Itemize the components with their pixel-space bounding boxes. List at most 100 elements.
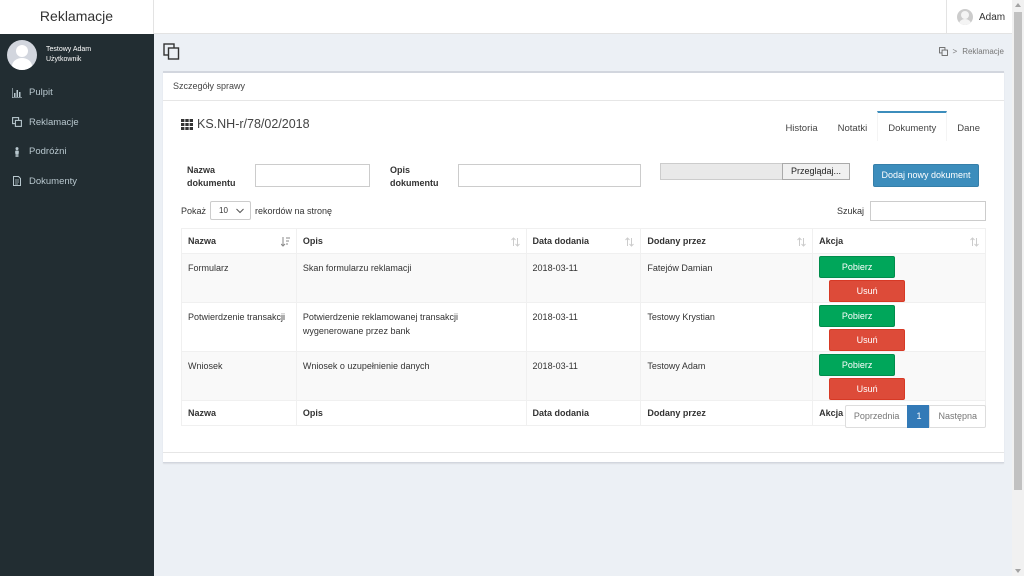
- sort-asc-icon: [280, 237, 290, 247]
- page-number-button[interactable]: 1: [907, 405, 931, 428]
- sort-icon: [970, 237, 979, 247]
- copy-icon[interactable]: [938, 47, 948, 56]
- page-size-select[interactable]: 10: [210, 201, 252, 220]
- file-input[interactable]: Przeglądaj...: [660, 163, 850, 180]
- tab-historia[interactable]: Historia: [775, 111, 827, 141]
- cell-desc: Wniosek o uzupełnienie danych: [295, 351, 527, 401]
- cell-name: Formularz: [181, 253, 297, 303]
- footer-label-desc: Opis: [295, 400, 527, 426]
- top-navbar: Reklamacje Adam: [0, 0, 1012, 34]
- sidebar-item-reklamacje[interactable]: Reklamacje: [0, 108, 154, 138]
- avatar: [7, 40, 37, 70]
- search-input[interactable]: [870, 201, 986, 221]
- next-page-button[interactable]: Następna: [929, 405, 986, 428]
- case-details-box: Szczegóły sprawy KS.NH-r/78/02/2018 Hist…: [163, 71, 1004, 463]
- show-label: Pokaż: [181, 205, 207, 216]
- sidebar-user-role: Użytkownik: [46, 56, 82, 63]
- cell-added-by: Fatejów Damian: [640, 253, 814, 303]
- document-desc-input[interactable]: [458, 164, 641, 187]
- column-header-desc[interactable]: Opis: [295, 228, 527, 254]
- delete-button[interactable]: Usuń: [829, 378, 906, 400]
- cell-added-by: Testowy Krystian: [640, 302, 814, 352]
- table-row: Wniosek Wniosek o uzupełnienie danych 20…: [181, 351, 986, 401]
- sidebar-item-podrozni[interactable]: Podróżni: [0, 137, 154, 167]
- document-icon: [13, 176, 21, 187]
- copy-icon: [163, 43, 180, 60]
- column-label: Dodany przez: [647, 236, 706, 246]
- cell-added-by: Testowy Adam: [640, 351, 814, 401]
- sidebar-item-dokumenty[interactable]: Dokumenty: [0, 167, 154, 197]
- label-line: Opis: [390, 165, 411, 175]
- cell-name: Potwierdzenie transakcji: [181, 302, 297, 352]
- scroll-down-icon[interactable]: [1015, 569, 1021, 573]
- column-header-added-by[interactable]: Dodany przez: [640, 228, 814, 254]
- sidebar-item-pulpit[interactable]: Pulpit: [0, 78, 154, 108]
- label-line: dokumentu: [390, 178, 439, 188]
- delete-button[interactable]: Usuń: [829, 280, 906, 302]
- sidebar-menu: Pulpit Reklamacje Podróżni Dokumenty: [0, 78, 154, 196]
- footer-label-name: Nazwa: [181, 400, 297, 426]
- app-logo[interactable]: Reklamacje: [0, 0, 154, 34]
- scroll-up-icon[interactable]: [1015, 3, 1021, 7]
- table-search: Szukaj: [837, 201, 986, 221]
- cell-action: PobierzUsuń: [812, 302, 986, 352]
- sort-icon: [797, 237, 806, 247]
- person-icon: [15, 146, 19, 157]
- add-document-button[interactable]: Dodaj nowy dokument: [873, 164, 979, 187]
- label-line: dokumentu: [187, 178, 236, 188]
- table-header-row: Nazwa Opis Data dodania Dodany przez Akc…: [181, 228, 986, 254]
- sidebar-item-label: Podróżni: [29, 146, 67, 158]
- page-scrollbar[interactable]: [1012, 0, 1024, 576]
- sidebar-item-label: Pulpit: [29, 87, 53, 99]
- breadcrumb-current: Reklamacje: [962, 47, 1004, 56]
- bar-chart-icon: [12, 87, 22, 98]
- cell-desc: Skan formularzu reklamacji: [295, 253, 527, 303]
- sidebar-user-name: Testowy Adam: [46, 46, 92, 53]
- column-label: Data dodania: [532, 236, 590, 246]
- download-button[interactable]: Pobierz: [819, 305, 896, 327]
- documents-table: Nazwa Opis Data dodania Dodany przez Akc…: [181, 228, 986, 426]
- cell-date: 2018-03-11: [525, 351, 642, 401]
- delete-button[interactable]: Usuń: [829, 329, 906, 351]
- scrollbar-thumb[interactable]: [1014, 12, 1022, 490]
- cell-date: 2018-03-11: [525, 302, 642, 352]
- column-header-action[interactable]: Akcja: [812, 228, 986, 254]
- label-line: Nazwa: [187, 165, 216, 175]
- pagination: Poprzednia 1 Następna: [844, 405, 986, 428]
- records-label: rekordów na stronę: [255, 205, 333, 216]
- chevron-down-icon: [236, 208, 244, 213]
- browse-button[interactable]: Przeglądaj...: [782, 163, 850, 180]
- sidebar-item-label: Dokumenty: [29, 175, 78, 187]
- column-label: Akcja: [819, 236, 844, 246]
- breadcrumb: > Reklamacje: [938, 47, 1004, 56]
- user-menu[interactable]: Adam: [946, 0, 1012, 34]
- cell-action: PobierzUsuń: [812, 253, 986, 303]
- document-name-input[interactable]: [255, 164, 370, 187]
- table-row: Formularz Skan formularzu reklamacji 201…: [181, 253, 986, 303]
- case-number: KS.NH-r/78/02/2018: [197, 117, 310, 131]
- tab-dokumenty[interactable]: Dokumenty: [877, 111, 948, 141]
- grid-icon: [181, 118, 193, 130]
- download-button[interactable]: Pobierz: [819, 354, 896, 376]
- user-panel: Testowy Adam Użytkownik: [0, 34, 154, 76]
- cell-name: Wniosek: [181, 351, 297, 401]
- sidebar-item-label: Reklamacje: [29, 116, 79, 128]
- cell-action: PobierzUsuń: [812, 351, 986, 401]
- tab-notatki[interactable]: Notatki: [828, 111, 878, 141]
- footer-label-added-by: Dodany przez: [640, 400, 814, 426]
- previous-page-button[interactable]: Poprzednia: [844, 405, 909, 428]
- column-header-date[interactable]: Data dodania: [525, 228, 642, 254]
- column-header-name[interactable]: Nazwa: [181, 228, 297, 254]
- breadcrumb-separator: >: [952, 47, 958, 56]
- tabs: Historia Notatki Dokumenty Dane: [775, 111, 990, 141]
- tab-dane[interactable]: Dane: [947, 111, 990, 141]
- sidebar: Testowy Adam Użytkownik Pulpit Reklamacj…: [0, 34, 154, 576]
- download-button[interactable]: Pobierz: [819, 256, 896, 278]
- search-label: Szukaj: [836, 206, 864, 216]
- box-title: Szczegóły sprawy: [163, 73, 1004, 101]
- user-name: Adam: [979, 11, 1006, 23]
- cell-desc: Potwierdzenie reklamowanej transakcji wy…: [295, 302, 527, 352]
- footer-label-date: Data dodania: [525, 400, 642, 426]
- sort-icon: [625, 237, 635, 247]
- document-desc-label: Opis dokumentu: [390, 164, 439, 190]
